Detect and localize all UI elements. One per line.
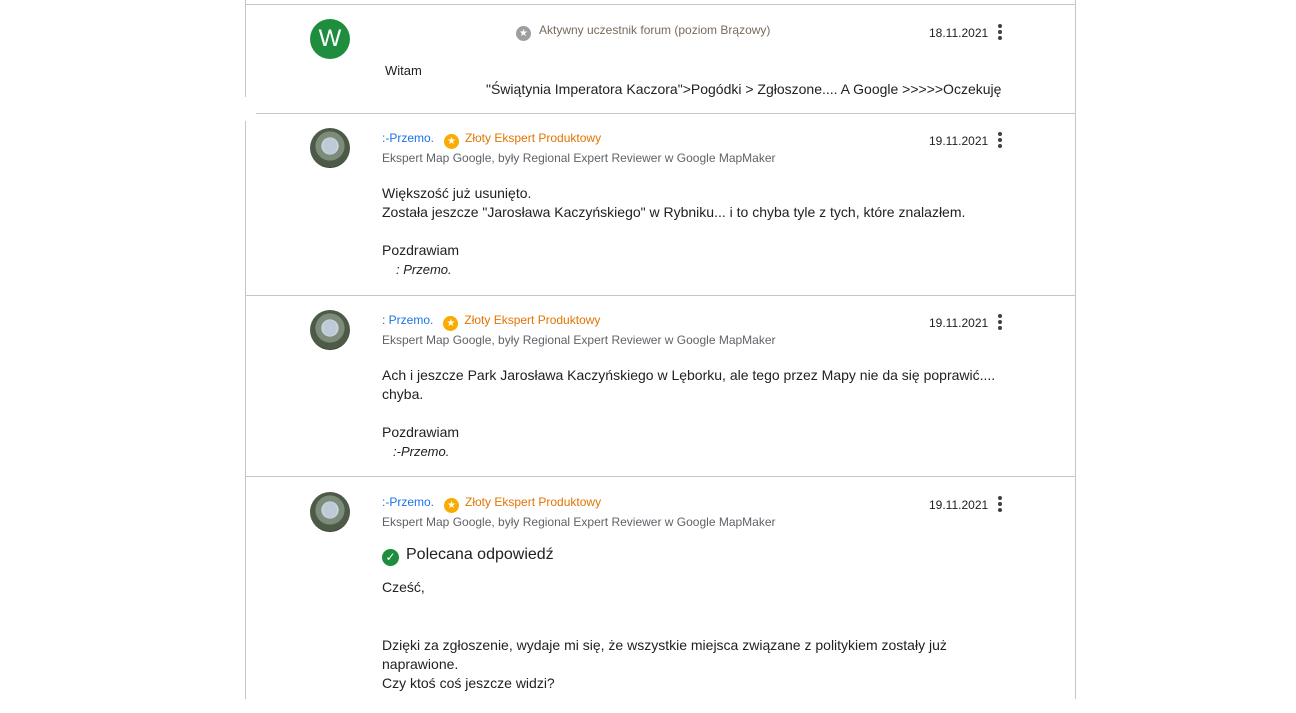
post-line-1: Większość już usunięto. xyxy=(382,185,532,201)
post-date: 19.11.2021 xyxy=(929,134,989,148)
border-gap xyxy=(244,97,256,121)
author-subtitle: Ekspert Map Google, były Regional Expert… xyxy=(382,333,776,347)
user-avatar[interactable]: W xyxy=(310,19,350,59)
post-date: 19.11.2021 xyxy=(929,498,989,512)
author-link[interactable]: : Przemo. xyxy=(382,313,433,327)
author-link[interactable]: :-Przemo. xyxy=(382,495,434,509)
post-line-2: Została jeszcze "Jarosława Kaczyńskiego"… xyxy=(382,204,966,220)
post-greeting: Cześć, xyxy=(382,579,425,595)
post-greeting: Witam xyxy=(385,63,422,78)
post-4: :-Przemo. ★ Złoty Ekspert Produktowy Ekspe… xyxy=(246,477,1075,699)
more-options-icon[interactable] xyxy=(994,23,1006,41)
post-closing: Pozdrawiam xyxy=(382,242,460,258)
user-avatar[interactable] xyxy=(310,128,350,168)
post-line-1: Dzięki za zgłoszenie, wydaje mi się, że … xyxy=(382,637,947,653)
expert-badge: Złoty Ekspert Produktowy xyxy=(465,495,602,509)
author-subtitle: Ekspert Map Google, były Regional Expert… xyxy=(382,151,776,165)
more-options-icon[interactable] xyxy=(994,313,1006,331)
thread-container: W ★ Aktywny uczestnik forum (poziom Brązo… xyxy=(245,0,1076,699)
author-line: :-Przemo. ★ Złoty Ekspert Produktowy xyxy=(382,131,601,149)
check-circle-icon: ✓ xyxy=(382,549,399,566)
author-subtitle: Ekspert Map Google, były Regional Expert… xyxy=(382,515,776,529)
level-star-icon: ★ xyxy=(516,26,531,41)
more-options-icon[interactable] xyxy=(994,495,1006,513)
post-line-2: naprawione. xyxy=(382,656,459,672)
post-closing: Pozdrawiam xyxy=(382,424,460,440)
post-line-2: chyba. xyxy=(382,386,424,402)
post-2: :-Przemo. ★ Złoty Ekspert Produktowy Ekspe… xyxy=(246,114,1075,296)
gold-star-icon: ★ xyxy=(444,134,460,149)
post-line-1: Ach i jeszcze Park Jarosława Kaczyńskieg… xyxy=(382,367,996,383)
post-1: W ★ Aktywny uczestnik forum (poziom Brązo… xyxy=(246,4,1075,114)
gold-star-icon: ★ xyxy=(444,498,460,513)
gold-star-icon: ★ xyxy=(443,316,459,331)
author-link[interactable]: :-Przemo. xyxy=(382,131,434,145)
author-line: : Przemo. ★ Złoty Ekspert Produktowy xyxy=(382,313,600,331)
recommended-text: Polecana odpowiedź xyxy=(406,546,554,563)
more-options-icon[interactable] xyxy=(994,131,1006,149)
recommended-answer-label: ✓ Polecana odpowiedź xyxy=(382,546,554,566)
post-date: 19.11.2021 xyxy=(929,316,989,330)
post-line-3: Czy ktoś coś jeszcze widzi? xyxy=(382,675,555,691)
post-signature: : Przemo. xyxy=(396,262,452,277)
level-label: Aktywny uczestnik forum (poziom Brązowy) xyxy=(539,23,771,37)
expert-badge: Złoty Ekspert Produktowy xyxy=(465,131,602,145)
post-signature: :-Przemo. xyxy=(393,444,450,459)
post-date: 18.11.2021 xyxy=(929,26,989,40)
post-3: : Przemo. ★ Złoty Ekspert Produktowy Ekspe… xyxy=(246,296,1075,477)
user-avatar[interactable] xyxy=(310,310,350,350)
user-level: ★ Aktywny uczestnik forum (poziom Brązowy… xyxy=(516,23,770,41)
post-path-text: "Świątynia Imperatora Kaczora">Pogódki >… xyxy=(486,81,1002,97)
author-line: :-Przemo. ★ Złoty Ekspert Produktowy xyxy=(382,495,601,513)
user-avatar[interactable] xyxy=(310,492,350,532)
expert-badge: Złoty Ekspert Produktowy xyxy=(464,313,601,327)
